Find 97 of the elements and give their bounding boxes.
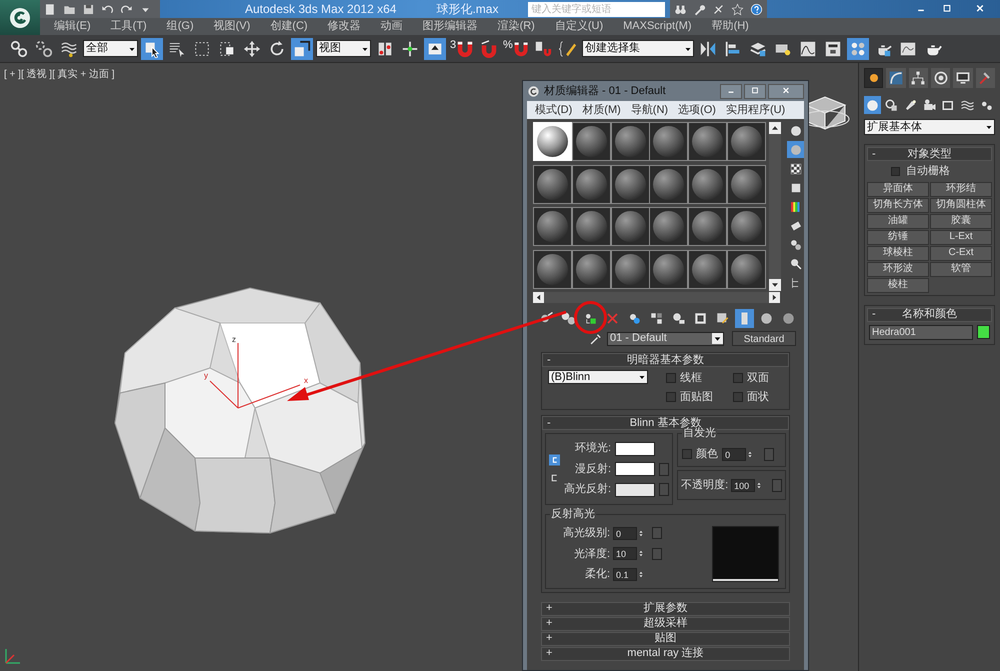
dropdown[interactable]: 视图 xyxy=(316,40,371,57)
rollout-toggle: + xyxy=(546,600,556,617)
field-label: 不透明度: xyxy=(681,478,728,493)
rollout-toggle: - xyxy=(872,306,882,323)
search-field[interactable]: 键入关键字或短语 xyxy=(528,2,666,16)
spinner-field[interactable]: 10 xyxy=(613,547,637,560)
menu-item[interactable]: 自定义(U) xyxy=(544,18,614,35)
field-label: 光泽度: xyxy=(574,546,610,562)
dropdown-value: 全部 xyxy=(85,40,109,56)
color-label: 环境光: xyxy=(575,440,612,456)
object-type-button[interactable]: 切角长方体 xyxy=(867,198,929,212)
object-type-button[interactable]: C-Ext xyxy=(930,246,992,260)
color-label: 高光反射: xyxy=(564,482,612,498)
spinner-field[interactable]: 0.1 xyxy=(613,568,637,581)
checkbox-label: 面贴图 xyxy=(680,390,713,404)
object-type-button[interactable]: 球棱柱 xyxy=(867,246,929,260)
spinner-field[interactable]: 0 xyxy=(722,448,746,460)
object-type-button[interactable]: 软管 xyxy=(930,262,992,276)
shader-dropdown[interactable]: (B)Blinn xyxy=(548,370,648,384)
menu-item[interactable]: 导航(N) xyxy=(626,102,674,118)
field-label: 柔化: xyxy=(584,567,610,582)
material-type-button[interactable]: Standard xyxy=(732,331,796,346)
rollout-title: 超级采样 xyxy=(642,616,688,632)
menu-item[interactable]: 视图(V) xyxy=(204,18,260,35)
menu-item[interactable]: 材质(M) xyxy=(577,102,626,118)
dropdown-value: 扩展基本体 xyxy=(866,120,923,135)
file-name: 球形化.max xyxy=(436,1,498,18)
rollout-header[interactable]: + 扩展参数 xyxy=(541,602,790,616)
rollout-title: 贴图 xyxy=(654,631,678,646)
checkbox-label: 双面 xyxy=(747,371,769,386)
spinner-field[interactable]: 100 xyxy=(731,478,756,492)
menu-item[interactable]: MAXScript(M) xyxy=(613,18,702,35)
rollout-header[interactable]: - 明暗器基本参数 xyxy=(542,353,789,367)
menu-item[interactable]: 动画 xyxy=(370,18,413,35)
rollout-title: 明暗器基本参数 xyxy=(626,352,705,368)
color-label: 漫反射: xyxy=(575,462,612,477)
rollout-title: Blinn 基本参数 xyxy=(628,416,702,429)
rollout-toggle: + xyxy=(546,645,556,662)
menu-item[interactable]: 选项(O) xyxy=(673,102,721,118)
rollout-header[interactable]: - 对象类型 xyxy=(867,147,992,161)
dropdown-value: 01 - Default xyxy=(609,331,668,346)
object-type-button[interactable]: 环形结 xyxy=(930,182,992,196)
rollout-title: 扩展参数 xyxy=(642,600,688,616)
checkbox-label: 自动栅格 xyxy=(906,164,950,179)
rollout-toggle: + xyxy=(546,630,556,647)
rollout-header[interactable]: - 名称和颜色 xyxy=(867,308,992,322)
rollout-toggle: - xyxy=(872,146,882,162)
name-field[interactable]: Hedra001 xyxy=(869,324,973,340)
axis-label: x xyxy=(304,376,308,385)
toolbar-button[interactable]: % xyxy=(503,38,529,60)
group-title: 自发光 xyxy=(682,428,718,439)
rollout-toggle: - xyxy=(547,352,557,368)
menu-item[interactable]: 修改器 xyxy=(318,18,371,35)
checkbox-label: 线框 xyxy=(680,371,702,386)
axis-label: z xyxy=(232,335,236,344)
object-type-button[interactable]: 棱柱 xyxy=(867,278,929,292)
window-title: Autodesk 3ds Max 2012 x64 xyxy=(245,1,396,18)
axis-label: y xyxy=(204,371,208,380)
rollout-header[interactable]: + mental ray 连接 xyxy=(541,646,790,660)
dropdown-value: 视图 xyxy=(318,41,342,56)
category-dropdown[interactable]: 扩展基本体 xyxy=(864,119,995,135)
rollout-toggle: + xyxy=(546,615,556,632)
dropdown[interactable]: 全部 xyxy=(83,40,138,57)
object-type-button[interactable]: 切角圆柱体 xyxy=(930,198,992,212)
menu-item[interactable]: 组(G) xyxy=(156,18,204,35)
rollout-header[interactable]: + 贴图 xyxy=(541,632,790,646)
group-title: 反射高光 xyxy=(550,509,596,520)
rollout-title: 名称和颜色 xyxy=(901,306,958,322)
material-name-dropdown[interactable]: 01 - Default xyxy=(607,332,724,346)
menu-item[interactable]: 实用程序(U) xyxy=(720,102,790,118)
rollout-title: mental ray 连接 xyxy=(626,646,705,662)
rollout-header[interactable]: + 超级采样 xyxy=(541,616,790,630)
toolbar-button[interactable]: 3 xyxy=(449,38,475,60)
menu-item[interactable]: 帮助(H) xyxy=(702,18,759,35)
dropdown-value: 创建选择集 xyxy=(584,41,641,56)
object-type-button[interactable]: 胶囊 xyxy=(930,214,992,228)
window-title: 材质编辑器 - 01 - Default xyxy=(544,84,666,99)
menu-item[interactable]: 工具(T) xyxy=(100,18,157,35)
dropdown-value: (B)Blinn xyxy=(550,370,592,385)
object-type-button[interactable]: 异面体 xyxy=(867,182,929,196)
menu-item[interactable]: 模式(D) xyxy=(530,102,578,118)
spinner-field[interactable]: 0 xyxy=(613,526,637,540)
checkbox-label: 颜色 xyxy=(696,446,718,462)
viewport-label: [ + ][ 透视 ][ 真实 + 边面 ] xyxy=(4,68,115,82)
menu-item[interactable]: 图形编辑器 xyxy=(412,18,488,35)
menu-item[interactable]: 渲染(R) xyxy=(488,18,545,35)
object-type-button[interactable]: L-Ext xyxy=(930,230,992,244)
menu-item[interactable]: 创建(C) xyxy=(260,18,318,35)
object-type-button[interactable]: 油罐 xyxy=(867,214,929,228)
menu-item[interactable]: 编辑(E) xyxy=(44,18,101,35)
object-type-button[interactable]: 环形波 xyxy=(867,262,929,276)
checkbox-label: 面状 xyxy=(747,390,769,404)
rollout-toggle: - xyxy=(547,414,557,432)
dropdown[interactable]: 创建选择集 xyxy=(582,40,694,57)
field-label: 高光级别: xyxy=(562,526,610,541)
object-type-button[interactable]: 纺锤 xyxy=(867,230,929,244)
rollout-title: 对象类型 xyxy=(906,146,952,162)
